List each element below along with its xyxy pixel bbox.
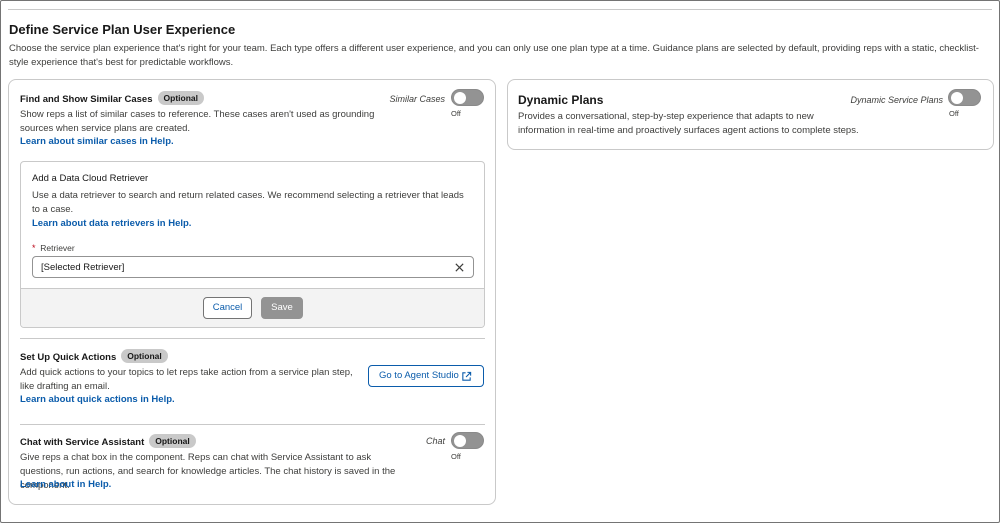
agent-studio-button-label: Go to Agent Studio <box>379 370 459 381</box>
dynamic-plans-description: Provides a conversational, step-by-step … <box>518 111 859 136</box>
retriever-selected-value: [Selected Retriever] <box>41 262 125 273</box>
dynamic-plans-toggle[interactable] <box>948 89 981 106</box>
quick-actions-description: Add quick actions to your topics to let … <box>20 367 353 392</box>
toggle-knob <box>454 92 466 104</box>
chat-toggle[interactable] <box>451 432 484 449</box>
dynamic-plans-toggle-state: Off <box>949 109 959 118</box>
new-window-icon <box>462 371 472 381</box>
required-indicator: * <box>32 243 36 253</box>
similar-cases-help-link[interactable]: Learn about similar cases in Help. <box>20 136 174 147</box>
similar-cases-toggle[interactable] <box>451 89 484 106</box>
settings-panel: Define Service Plan User Experience Choo… <box>0 0 1000 523</box>
retriever-box-description: Use a data retriever to search and retur… <box>32 190 464 215</box>
similar-cases-title: Find and Show Similar Cases <box>20 94 153 105</box>
section-divider <box>20 338 485 339</box>
similar-cases-toggle-state: Off <box>451 109 461 118</box>
retriever-field-label-row: * Retriever <box>32 243 75 253</box>
chat-toggle-label: Chat <box>425 436 445 446</box>
retriever-box-footer: Cancel Save <box>21 288 484 327</box>
top-divider <box>8 9 992 10</box>
page-description: Choose the service plan experience that'… <box>9 43 979 68</box>
data-cloud-retriever-box: Add a Data Cloud Retriever Use a data re… <box>20 161 485 328</box>
quick-actions-heading: Set Up Quick Actions Optional <box>20 349 168 363</box>
guidance-options-card: Find and Show Similar Cases Optional Show… <box>8 79 496 505</box>
save-button[interactable]: Save <box>261 297 303 319</box>
dynamic-plans-card: Dynamic Plans Provides a conversational,… <box>507 79 994 150</box>
section-divider <box>20 424 485 425</box>
optional-badge: Optional <box>149 434 196 448</box>
optional-badge: Optional <box>121 349 168 363</box>
data-retrievers-help-link[interactable]: Learn about data retrievers in Help. <box>32 218 191 229</box>
close-icon[interactable] <box>454 262 465 273</box>
page-title: Define Service Plan User Experience <box>9 22 236 37</box>
similar-cases-description: Show reps a list of similar cases to ref… <box>20 109 375 134</box>
quick-actions-title: Set Up Quick Actions <box>20 352 117 363</box>
similar-cases-heading: Find and Show Similar Cases Optional <box>20 91 204 105</box>
retriever-combobox[interactable]: [Selected Retriever] <box>32 256 474 278</box>
retriever-box-title: Add a Data Cloud Retriever <box>32 173 149 184</box>
chat-title: Chat with Service Assistant <box>20 437 145 448</box>
optional-badge: Optional <box>157 91 204 105</box>
dynamic-plans-title: Dynamic Plans <box>518 93 604 107</box>
dynamic-plans-toggle-label: Dynamic Service Plans <box>850 95 943 105</box>
quick-actions-help-link[interactable]: Learn about quick actions in Help. <box>20 394 175 405</box>
go-to-agent-studio-button[interactable]: Go to Agent Studio <box>368 365 484 387</box>
retriever-field-label: Retriever <box>40 243 75 253</box>
chat-heading: Chat with Service Assistant Optional <box>20 434 196 448</box>
toggle-knob <box>951 92 963 104</box>
toggle-knob <box>454 435 466 447</box>
cancel-button[interactable]: Cancel <box>203 297 252 319</box>
similar-cases-toggle-label: Similar Cases <box>389 94 445 104</box>
chat-help-link[interactable]: Learn about in Help. <box>20 479 111 490</box>
chat-toggle-state: Off <box>451 452 461 461</box>
